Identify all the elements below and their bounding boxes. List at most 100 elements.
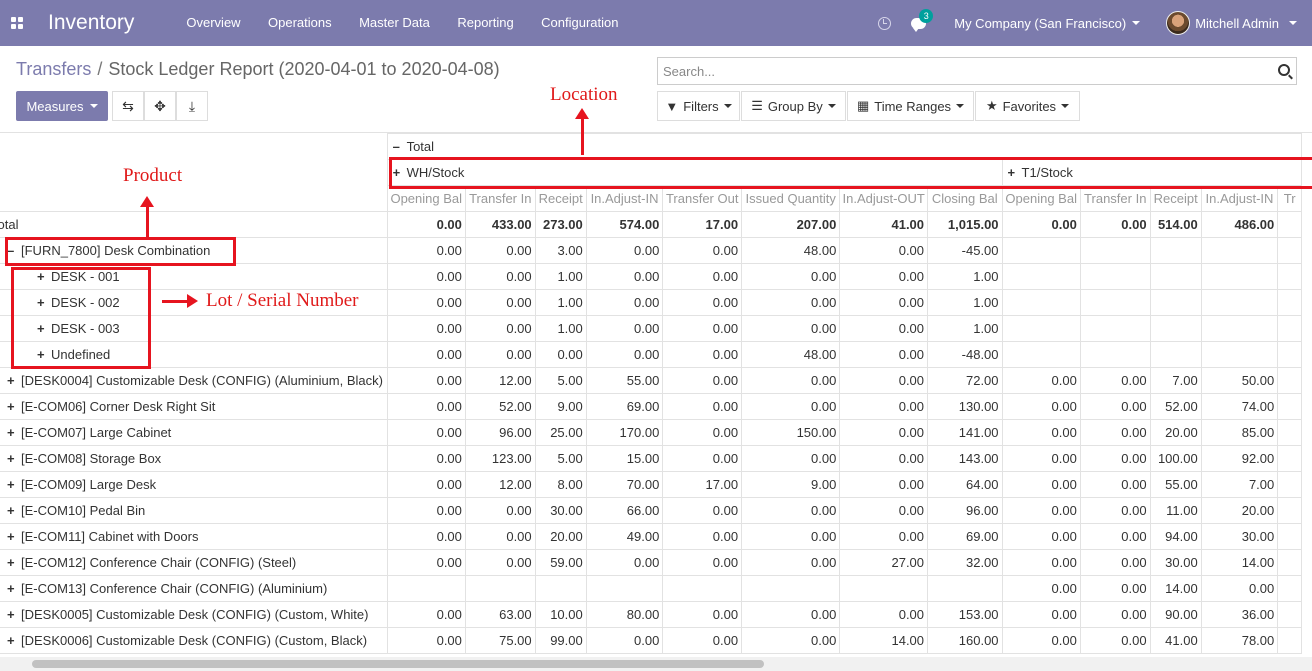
pivot-cell[interactable] [585,575,664,602]
pivot-cell[interactable]: 0.00 [464,315,536,342]
pivot-cell[interactable]: 80.00 [585,601,664,628]
pivot-cell[interactable] [1277,367,1302,394]
measure-header[interactable]: Transfer Out [662,185,743,212]
product-row-header[interactable]: + [DESK0006] Customizable Desk (CONFIG) (… [0,627,388,654]
pivot-cell[interactable]: 0.00 [741,445,841,472]
pivot-cell[interactable] [1277,523,1302,550]
pivot-cell[interactable]: 0.00 [1001,627,1081,654]
pivot-cell[interactable]: 52.00 [1149,393,1202,420]
pivot-cell[interactable]: 0.00 [1079,601,1151,628]
pivot-cell[interactable]: 0.00 [585,341,664,368]
pivot-cell[interactable]: 3.00 [534,237,587,264]
pivot-cell[interactable]: 153.00 [927,601,1003,628]
pivot-cell[interactable] [1277,445,1302,472]
pivot-cell[interactable]: 75.00 [464,627,536,654]
pivot-cell[interactable]: 0.00 [1001,367,1081,394]
pivot-cell[interactable]: 0.00 [839,263,929,290]
pivot-cell[interactable]: 0.00 [386,211,466,238]
total-column-header[interactable]: – Total [386,133,1303,160]
pivot-cell[interactable]: 0.00 [386,445,466,472]
pivot-cell[interactable]: 0.00 [662,315,743,342]
breadcrumb-transfers[interactable]: Transfers [16,59,91,79]
pivot-cell[interactable]: 9.00 [741,471,841,498]
pivot-cell[interactable]: 0.00 [1079,445,1151,472]
pivot-cell[interactable] [662,575,743,602]
pivot-cell[interactable]: 0.00 [1079,393,1151,420]
product-row-header[interactable]: + [E-COM07] Large Cabinet [0,419,388,446]
product-row-header[interactable]: + [E-COM06] Corner Desk Right Sit [0,393,388,420]
pivot-cell[interactable]: 55.00 [585,367,664,394]
pivot-cell[interactable]: 12.00 [464,471,536,498]
pivot-cell[interactable]: 160.00 [927,627,1003,654]
pivot-cell[interactable]: 0.00 [386,367,466,394]
total-row-header[interactable]: Total [0,211,388,238]
product-row-header[interactable]: + [E-COM12] Conference Chair (CONFIG) (St… [0,549,388,576]
pivot-cell[interactable] [1200,237,1279,264]
pivot-cell[interactable] [1200,263,1279,290]
pivot-cell[interactable]: 0.00 [662,627,743,654]
pivot-cell[interactable]: 0.00 [662,367,743,394]
pivot-cell[interactable]: 207.00 [741,211,841,238]
menu-master-data[interactable]: Master Data [359,15,430,30]
pivot-cell[interactable]: 25.00 [534,419,587,446]
measures-button[interactable]: Measures [16,91,108,121]
pivot-cell[interactable] [1079,289,1151,316]
pivot-cell[interactable]: 0.00 [1079,549,1151,576]
pivot-cell[interactable]: 0.00 [1079,471,1151,498]
pivot-cell[interactable]: 0.00 [662,523,743,550]
pivot-cell[interactable]: 0.00 [386,497,466,524]
pivot-cell[interactable] [1277,419,1302,446]
pivot-cell[interactable]: 0.00 [386,341,466,368]
pivot-cell[interactable]: 123.00 [464,445,536,472]
pivot-cell[interactable]: 14.00 [839,627,929,654]
scrollbar-thumb[interactable] [32,660,764,668]
pivot-cell[interactable] [1001,289,1081,316]
pivot-cell[interactable]: 0.00 [1079,497,1151,524]
pivot-cell[interactable]: 0.00 [839,445,929,472]
pivot-cell[interactable]: 0.00 [464,549,536,576]
pivot-cell[interactable] [1277,549,1302,576]
pivot-cell[interactable]: 0.00 [839,289,929,316]
pivot-cell[interactable]: 0.00 [839,419,929,446]
product-row-header[interactable]: + [DESK0004] Customizable Desk (CONFIG) (… [0,367,388,394]
pivot-cell[interactable]: 0.00 [1200,575,1279,602]
measure-header[interactable]: Transfer In [464,185,536,212]
pivot-cell[interactable]: 0.00 [464,289,536,316]
pivot-cell[interactable]: 0.00 [662,237,743,264]
messaging-button[interactable]: 3 [911,8,934,32]
pivot-cell[interactable]: 70.00 [585,471,664,498]
pivot-cell[interactable]: 36.00 [1200,601,1279,628]
pivot-cell[interactable]: 66.00 [585,497,664,524]
pivot-cell[interactable]: 0.00 [1001,393,1081,420]
apps-menu-icon[interactable] [0,0,34,46]
pivot-cell[interactable]: 0.00 [1001,497,1081,524]
pivot-cell[interactable] [1001,263,1081,290]
pivot-cell[interactable]: 141.00 [927,419,1003,446]
pivot-cell[interactable]: 0.00 [741,601,841,628]
product-row-header[interactable]: + [E-COM13] Conference Chair (CONFIG) (Al… [0,575,388,602]
pivot-cell[interactable]: 0.00 [662,419,743,446]
pivot-cell[interactable] [1277,393,1302,420]
pivot-cell[interactable]: 0.00 [386,601,466,628]
pivot-cell[interactable]: 7.00 [1149,367,1202,394]
menu-reporting[interactable]: Reporting [457,15,513,30]
pivot-cell[interactable]: 30.00 [534,497,587,524]
pivot-cell[interactable]: 17.00 [662,471,743,498]
pivot-cell[interactable]: 0.00 [585,627,664,654]
pivot-cell[interactable]: 0.00 [839,237,929,264]
pivot-cell[interactable]: 0.00 [839,341,929,368]
pivot-cell[interactable]: 94.00 [1149,523,1202,550]
search-input[interactable]: Search... [657,57,1297,85]
pivot-cell[interactable]: 72.00 [927,367,1003,394]
pivot-cell[interactable] [1277,237,1302,264]
pivot-cell[interactable] [839,575,929,602]
pivot-cell[interactable]: 0.00 [1079,419,1151,446]
pivot-cell[interactable]: 143.00 [927,445,1003,472]
pivot-cell[interactable]: 0.00 [534,341,587,368]
pivot-cell[interactable]: 0.00 [1079,627,1151,654]
pivot-cell[interactable] [1277,627,1302,654]
menu-overview[interactable]: Overview [186,15,240,30]
pivot-cell[interactable] [1149,237,1202,264]
pivot-cell[interactable]: 0.00 [1079,211,1151,238]
activity-clock-icon[interactable] [878,16,892,30]
